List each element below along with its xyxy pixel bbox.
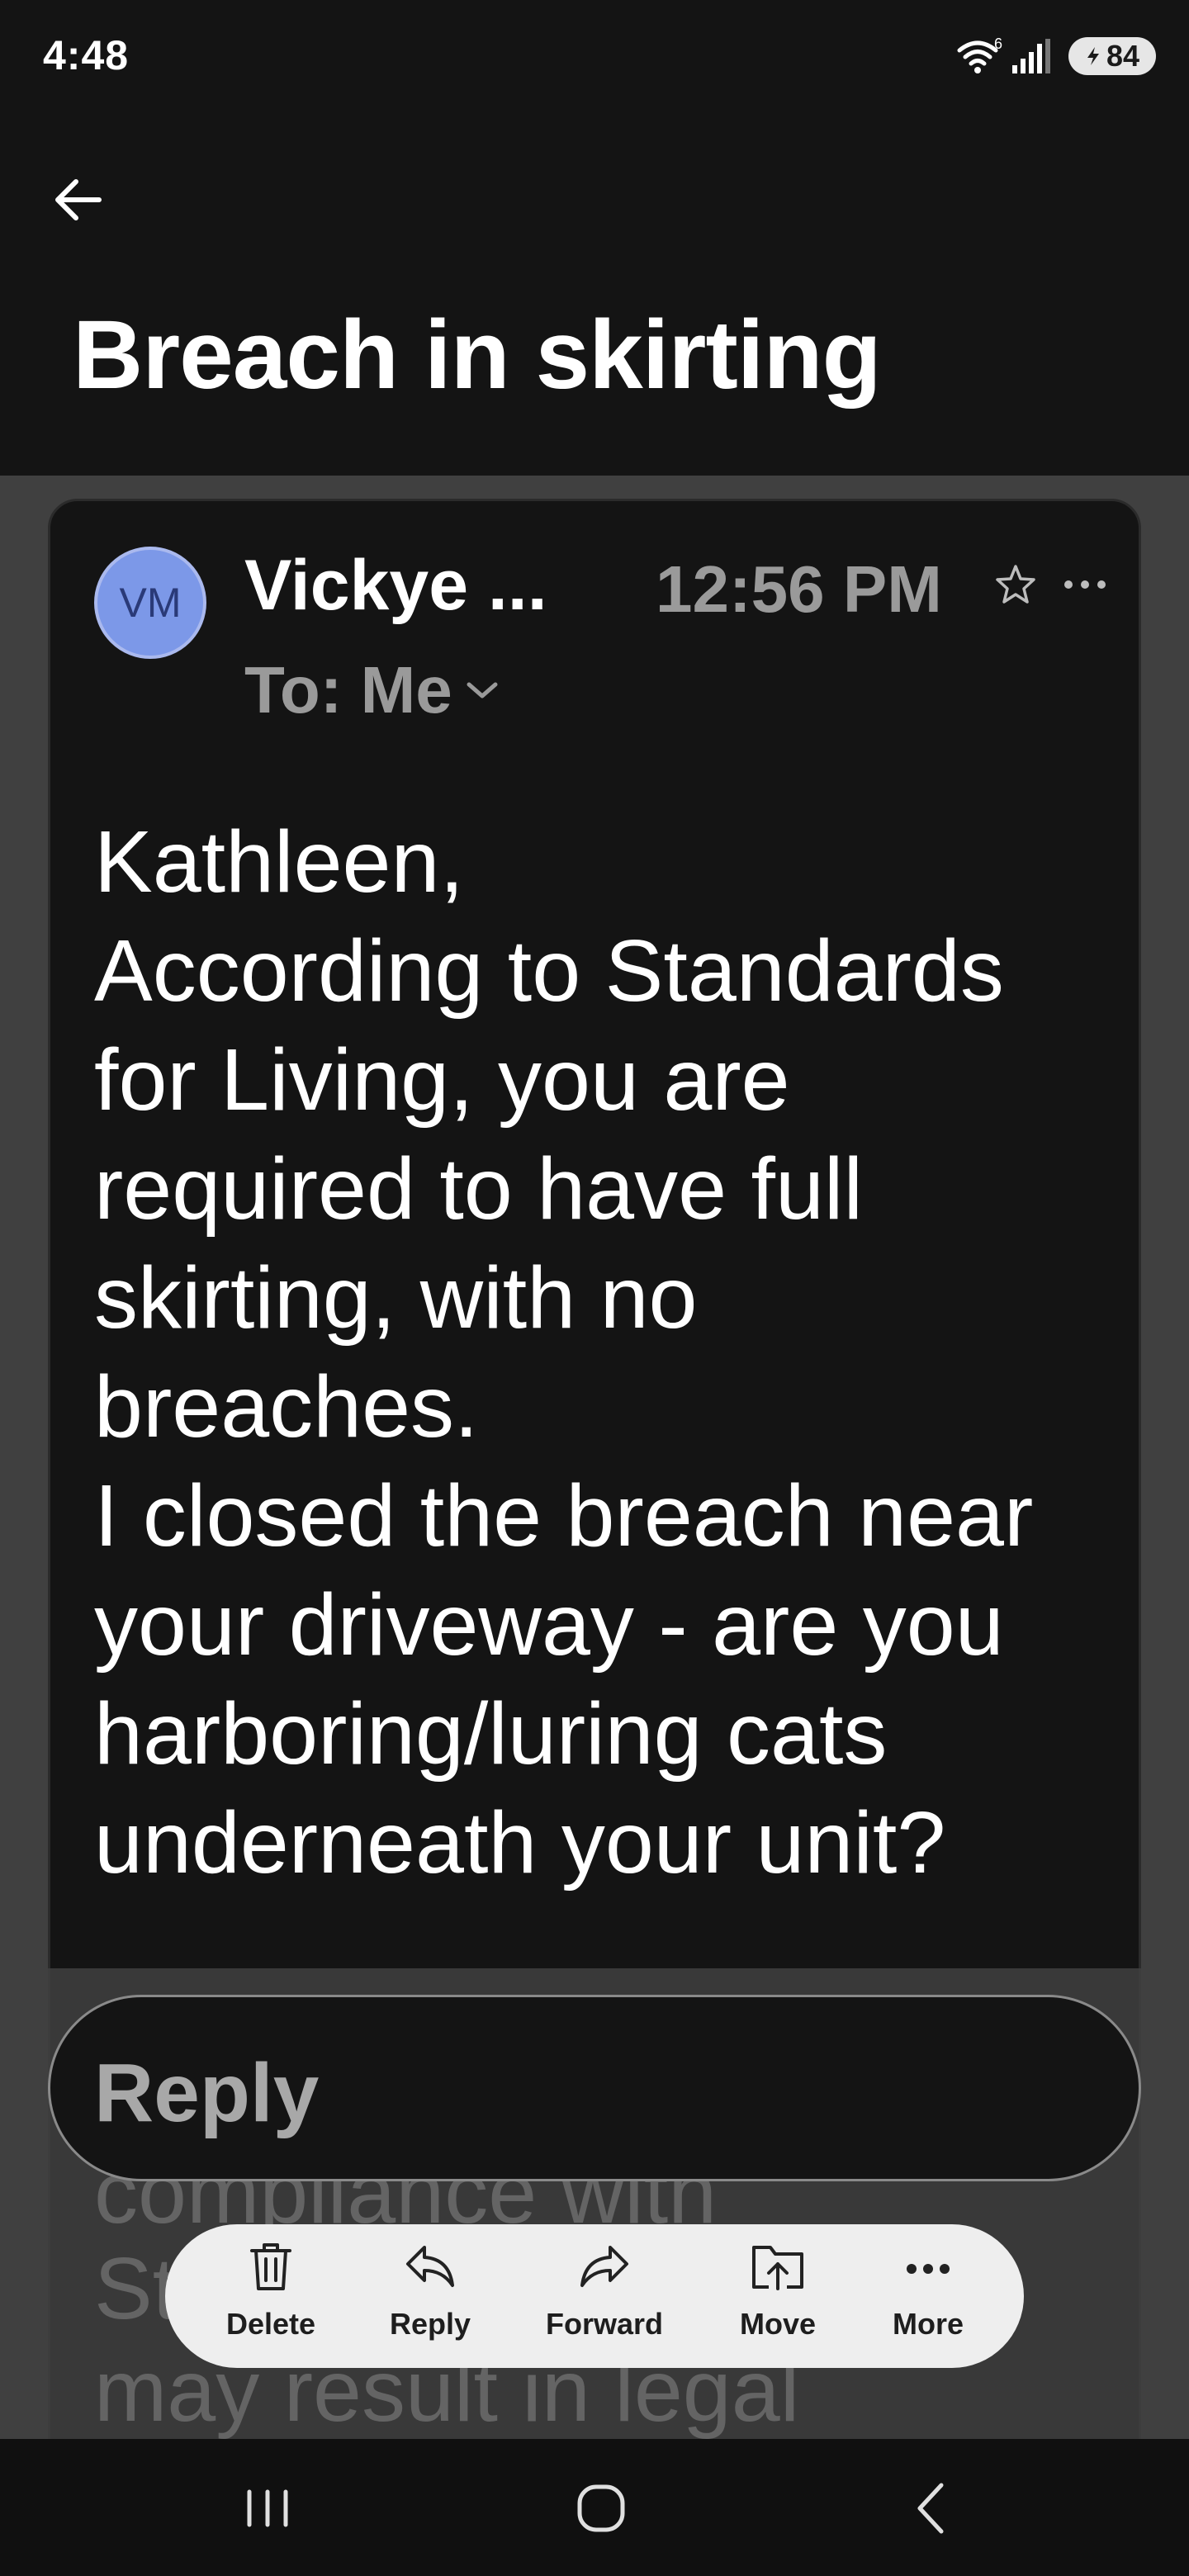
avatar-initials: VM [119,580,182,626]
to-label: To: Me [244,653,452,727]
screen: 4:48 6 84 Breach in skirting VM Vickye .… [0,0,1189,2576]
battery-icon: 84 [1068,37,1156,75]
move-to-folder-icon [752,2246,803,2290]
delete-label: Delete [225,2307,316,2341]
recent-apps-button[interactable] [233,2474,302,2543]
status-icons: 6 84 [956,36,1156,76]
obscured-text: St [94,2240,178,2337]
home-icon [577,2484,625,2532]
forward-icon [580,2246,628,2287]
move-label: Move [739,2307,817,2341]
more-button[interactable]: More [862,2237,994,2361]
more-horizontal-icon [907,2264,950,2274]
network-label: 6 [994,37,1002,52]
forward-button[interactable]: Forward [538,2237,670,2361]
reply-label: Reply [389,2307,471,2341]
avatar[interactable]: VM [94,547,206,659]
sender-name[interactable]: Vickye ... [244,545,547,627]
signal-icon [1012,39,1050,73]
body-line: harboring/luring cats [94,1685,888,1783]
delete-button[interactable]: Delete [205,2237,337,2361]
battery-level: 84 [1106,39,1140,73]
status-time: 4:48 [43,32,130,78]
body-line: required to have full [94,1140,864,1238]
recent-apps-icon [247,2489,288,2527]
trash-icon [250,2243,291,2290]
body-line: underneath your unit? [94,1794,946,1892]
body-line: your driveway - are you [94,1576,1004,1674]
more-label: More [892,2307,964,2341]
body-line: breaches. [94,1358,479,1456]
body-line: Kathleen, [94,813,464,911]
more-horizontal-icon[interactable] [1062,573,1108,596]
recipients-toggle[interactable]: To: Me [244,652,500,728]
body-line: skirting, with no [94,1249,698,1347]
chevron-down-icon [467,682,498,698]
reply-button[interactable]: Reply [364,2237,496,2361]
arrow-left-icon[interactable] [46,167,112,233]
back-button[interactable] [897,2474,966,2543]
forward-label: Forward [545,2307,663,2341]
body-line: I closed the breach near [94,1467,1034,1565]
body-line: for Living, you are [94,1031,790,1129]
message-time: 12:56 PM [656,552,942,626]
page-title: Breach in skirting [73,301,882,410]
home-button[interactable] [566,2474,636,2543]
body-line: According to Standards [94,922,1004,1020]
move-button[interactable]: Move [712,2237,844,2361]
message-body: Kathleen, According to Standards for Liv… [94,807,1126,1897]
star-outline-icon[interactable] [994,563,1037,606]
battery-saver-icon [1087,47,1099,65]
back-icon [917,2483,944,2534]
reply-placeholder: Reply [94,2047,320,2139]
reply-icon [406,2246,454,2287]
wifi-icon: 6 [957,37,1002,73]
